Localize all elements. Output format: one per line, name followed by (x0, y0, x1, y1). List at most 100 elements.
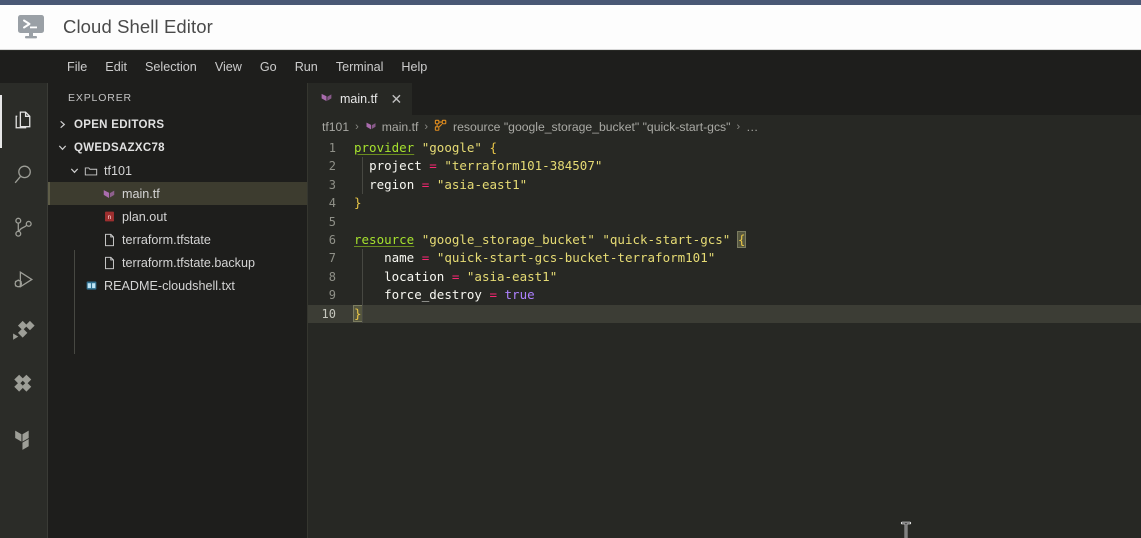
tree-item-file-main-tf[interactable]: main.tf (48, 182, 307, 205)
app-header: Cloud Shell Editor (0, 5, 1141, 50)
chevron-down-icon (66, 163, 82, 179)
tree-label-tf101: tf101 (104, 163, 133, 178)
breadcrumb-separator-icon: › (355, 121, 359, 133)
sidebar-section-workspace[interactable]: QWEDSAZXC78 (48, 136, 307, 159)
tree-item-file-tfstate-backup[interactable]: terraform.tfstate.backup (48, 251, 307, 274)
line-number: 1 (328, 141, 336, 155)
editor-tab-main-tf[interactable]: main.tf ✕ (308, 83, 413, 115)
breadcrumb-label-folder: tf101 (322, 120, 350, 134)
code-token: force_destroy (384, 287, 490, 303)
code-token: provider (354, 140, 415, 155)
explorer-title: EXPLORER (68, 92, 132, 104)
indent-guide (362, 157, 363, 195)
breadcrumb-item-overflow[interactable]: … (746, 120, 758, 134)
code-line[interactable]: 9 force_destroy = true (308, 286, 1141, 304)
breadcrumb-item-folder[interactable]: tf101 (322, 120, 349, 134)
breadcrumb-item-file[interactable]: main.tf (365, 120, 419, 135)
code-line-text: resource "google_storage_bucket" "quick-… (354, 230, 747, 249)
chevron-down-icon (54, 140, 70, 156)
close-icon[interactable]: ✕ (391, 92, 403, 106)
indent-guide (362, 249, 363, 323)
menu-item-view[interactable]: View (206, 57, 251, 77)
generic-file-icon (100, 233, 118, 247)
line-number: 7 (328, 251, 336, 266)
sidebar-section-open-editors[interactable]: OPEN EDITORS (48, 113, 307, 136)
tree-item-file-readme[interactable]: README-cloudshell.txt (48, 274, 307, 297)
activity-item-explorer[interactable] (0, 95, 48, 148)
terraform-file-icon (100, 187, 118, 201)
breadcrumb-label-symbol: resource "google_storage_bucket" "quick-… (453, 120, 731, 134)
extensions-icon (10, 373, 37, 400)
editor-group: main.tf ✕ tf101 › main.tf › resource "go… (307, 83, 1141, 538)
code-line[interactable]: 7 name = "quick-start-gcs-bucket-terrafo… (308, 249, 1141, 267)
search-icon (11, 162, 36, 187)
app-title: Cloud Shell Editor (63, 16, 213, 37)
generic-file-icon (100, 256, 118, 270)
menu-item-terminal[interactable]: Terminal (327, 57, 393, 77)
folder-open-icon (82, 164, 100, 178)
code-line-text: project = "terraform101-384507" (354, 157, 602, 175)
tree-item-file-tfstate[interactable]: terraform.tfstate (48, 228, 307, 251)
activity-item-terraform[interactable] (0, 413, 48, 466)
menu-bar: File Edit Selection View Go Run Terminal… (0, 51, 1141, 83)
code-line[interactable]: 3 region = "asia-east1" (308, 176, 1141, 194)
breadcrumb-label-file: main.tf (381, 120, 419, 134)
code-token: { (489, 140, 498, 155)
code-token: } (354, 195, 362, 211)
workspace-name-label: QWEDSAZXC78 (74, 141, 165, 154)
code-line[interactable]: 1 provider "google" { (308, 139, 1141, 157)
code-line[interactable]: 10} (308, 304, 1141, 323)
menu-item-edit[interactable]: Edit (96, 57, 136, 77)
menu-item-run[interactable]: Run (286, 57, 327, 77)
code-editor[interactable]: 1 provider "google" {2 project = "terrafo… (308, 139, 1141, 538)
menu-item-file[interactable]: File (58, 57, 96, 77)
code-line[interactable]: 4} (308, 194, 1141, 212)
breadcrumb-item-symbol[interactable]: resource "google_storage_bucket" "quick-… (434, 119, 730, 135)
tree-item-file-plan-out[interactable]: n plan.out (48, 205, 307, 228)
code-token: } (353, 304, 363, 322)
code-line[interactable]: 2 project = "terraform101-384507" (308, 157, 1141, 175)
menu-item-selection[interactable]: Selection (136, 57, 206, 77)
tree-label-plan-out: plan.out (122, 209, 167, 224)
code-token: "asia-east1" (466, 268, 558, 284)
breadcrumb-separator-icon: › (736, 121, 741, 133)
activity-item-extensions[interactable] (0, 360, 48, 413)
code-line[interactable]: 5 (308, 213, 1141, 231)
code-line[interactable]: 6 resource "google_storage_bucket" "quick… (308, 230, 1141, 249)
extensions-install-icon (10, 320, 37, 347)
source-control-branch-icon (11, 215, 36, 240)
activity-item-search[interactable] (0, 148, 48, 201)
code-token: { (736, 230, 747, 248)
tree-item-folder-tf101[interactable]: tf101 (48, 159, 307, 182)
menu-item-help[interactable]: Help (392, 57, 436, 77)
line-number: 6 (328, 232, 336, 247)
code-line-text: location = "asia-east1" (354, 268, 557, 286)
menu-item-go[interactable]: Go (251, 57, 286, 77)
code-lines: 1 provider "google" {2 project = "terrafo… (308, 139, 1141, 323)
code-line-text: } (354, 194, 362, 212)
open-editors-label: OPEN EDITORS (74, 118, 165, 131)
activity-item-source-control[interactable] (0, 201, 48, 254)
binary-file-icon: n (100, 210, 118, 223)
tree-label-tfstate: terraform.tfstate (122, 232, 211, 247)
breadcrumb: tf101 › main.tf › resource "google_stora… (308, 115, 1141, 139)
code-line-text: force_destroy = true (354, 286, 535, 304)
code-token: = (489, 287, 497, 303)
editor-tab-bar: main.tf ✕ (308, 83, 1141, 115)
code-line[interactable]: 8 location = "asia-east1" (308, 268, 1141, 286)
chevron-right-icon (54, 117, 70, 133)
line-number: 5 (328, 214, 336, 229)
activity-item-run-and-debug[interactable] (0, 254, 48, 307)
svg-text:n: n (107, 213, 111, 221)
code-token: resource (354, 231, 415, 247)
cloud-shell-editor-window: Cloud Shell Editor File Edit Selection V… (0, 0, 1141, 538)
activity-item-extensions-install[interactable] (0, 307, 48, 360)
code-token: location (384, 268, 452, 284)
